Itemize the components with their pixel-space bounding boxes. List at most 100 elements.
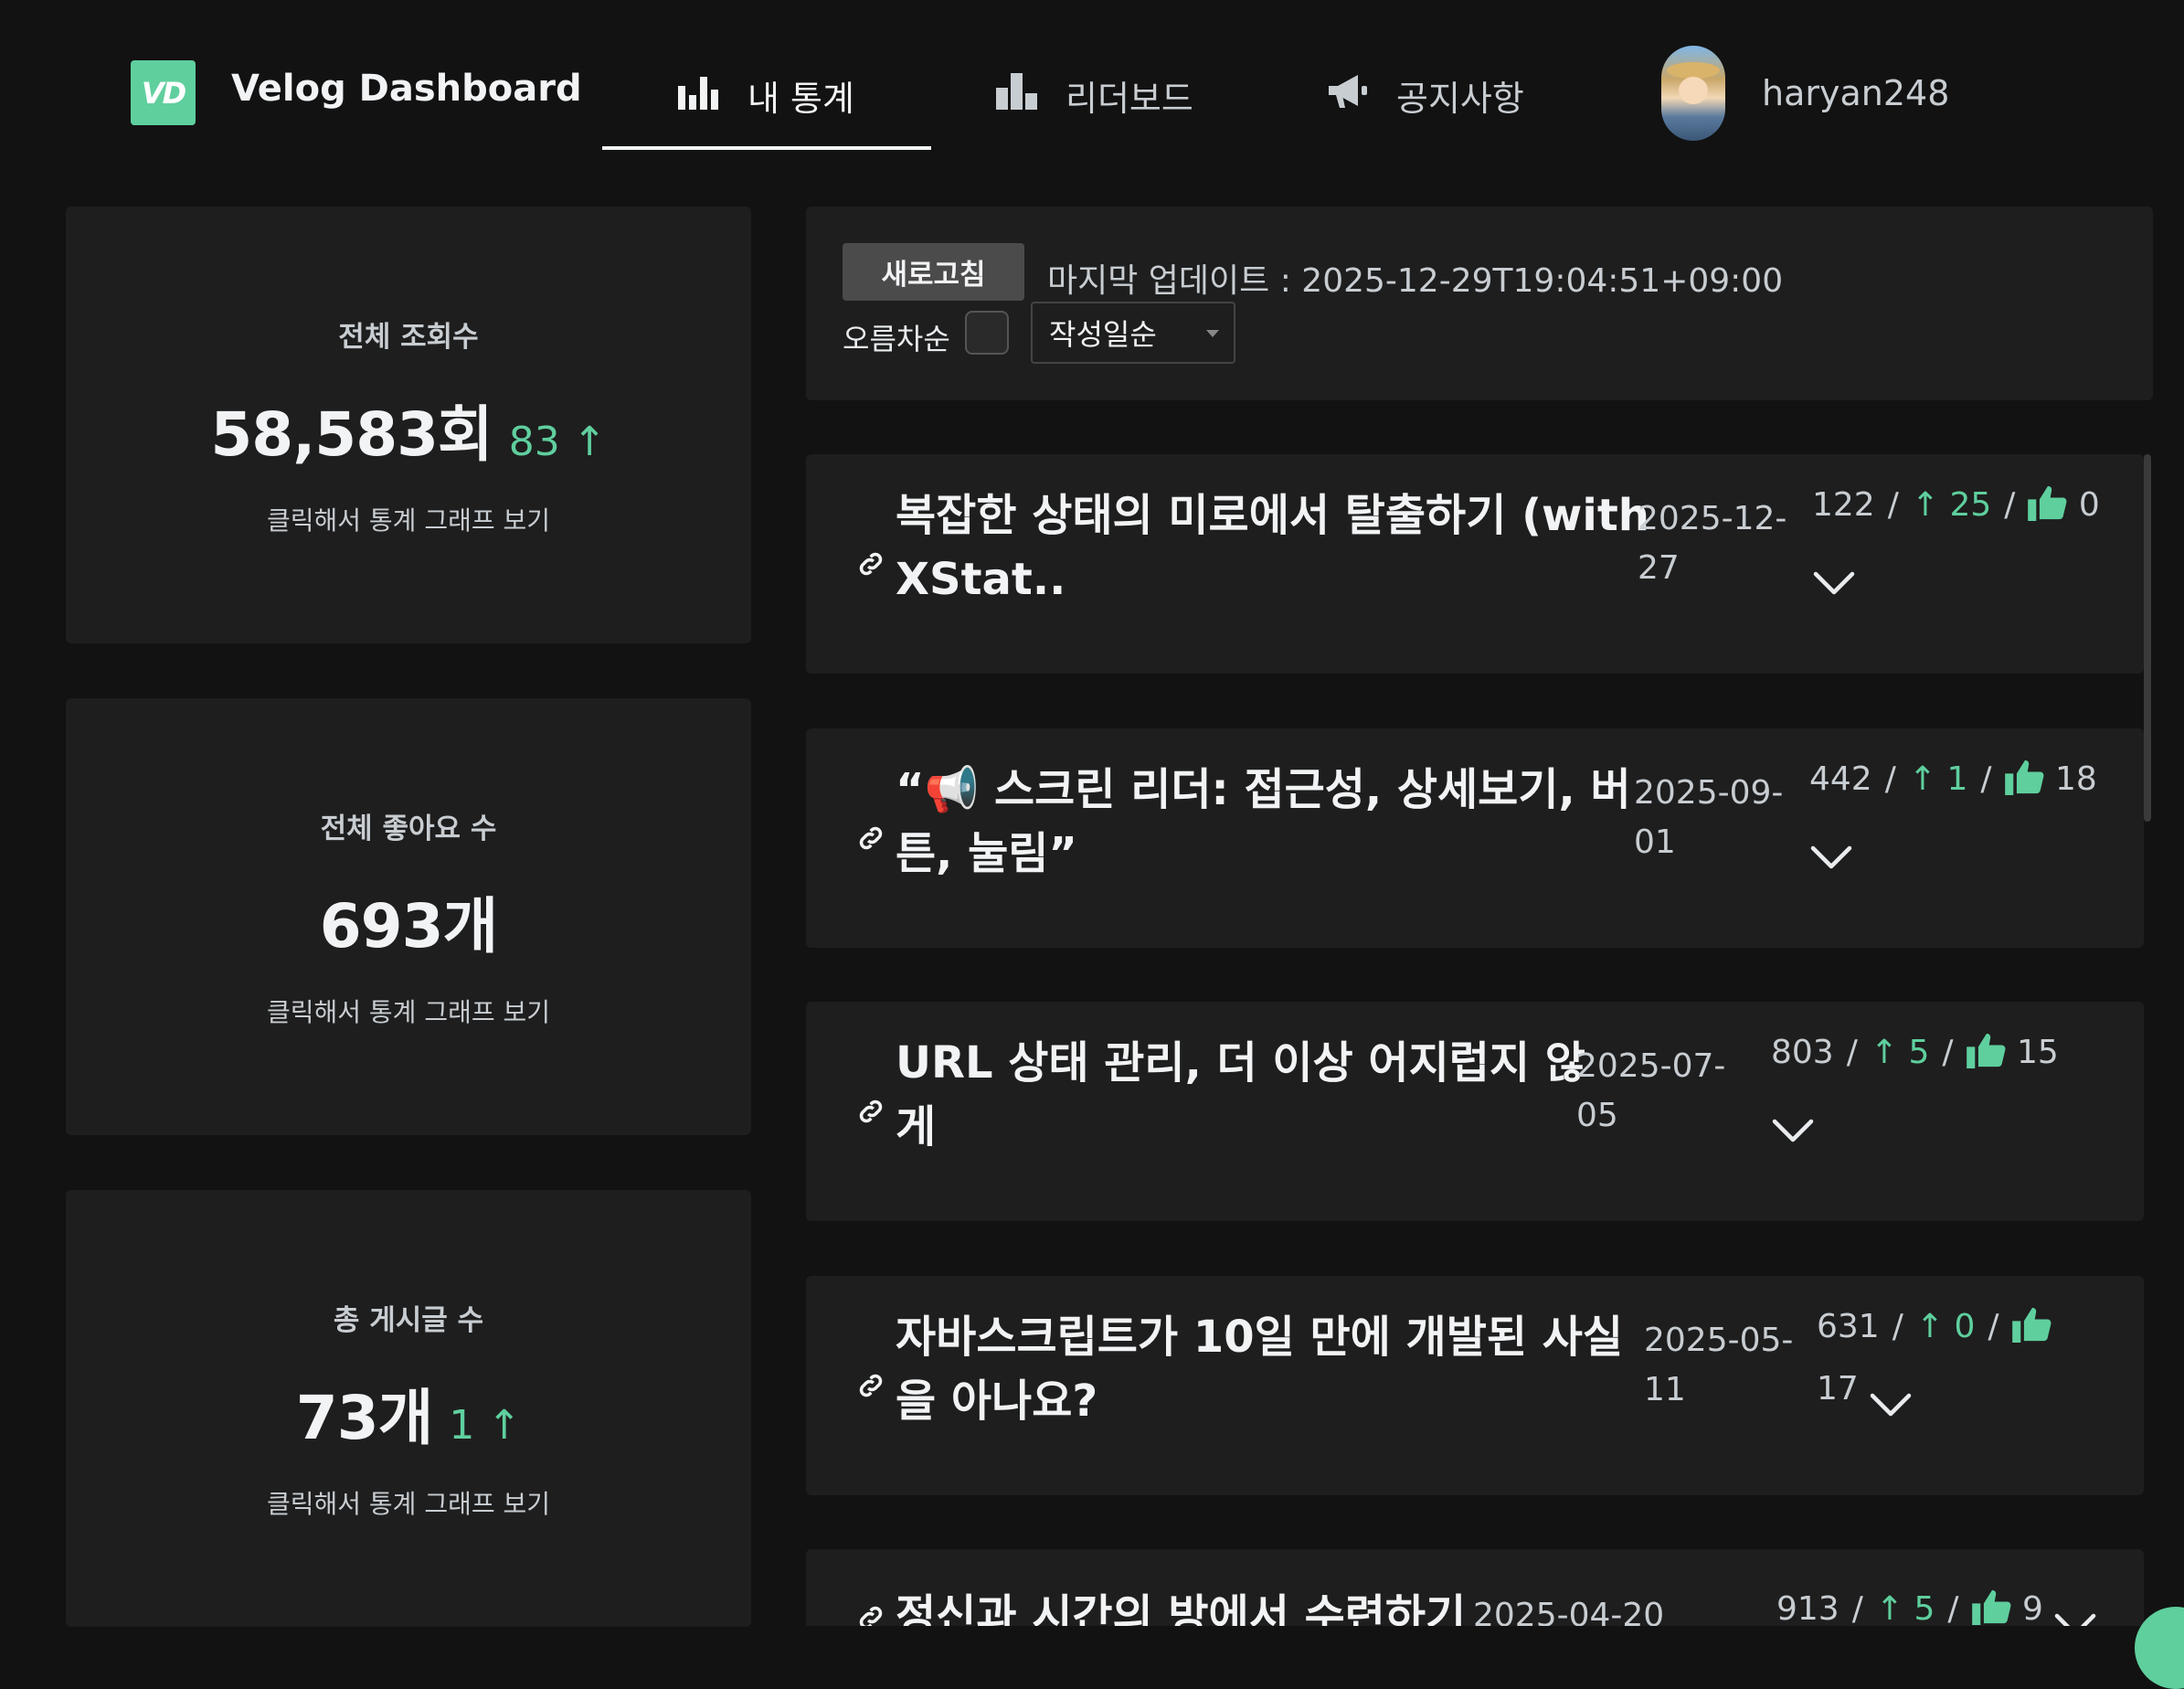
post-likes: 17 bbox=[1817, 1370, 1859, 1408]
post-list: 복잡한 상태의 미로에서 탈출하기 (with XStat.. 2025-12-… bbox=[806, 454, 2144, 1626]
post-views: 631 bbox=[1817, 1308, 1880, 1345]
thumbs-up-icon bbox=[2028, 480, 2068, 521]
post-title-line: 튼, 눌림” bbox=[896, 828, 1077, 879]
post-daily-delta: ↑ 1 bbox=[1908, 760, 1968, 798]
post-stats: 631/↑ 0/ 17 bbox=[1817, 1296, 2052, 1420]
total-views-hint: 클릭해서 통계 그래프 보기 bbox=[266, 505, 551, 536]
post-title-line: XStat.. bbox=[896, 554, 1066, 605]
megaphone-icon bbox=[1327, 73, 1369, 118]
post-date-line: 2025-07- bbox=[1576, 1047, 1726, 1085]
post-date-line: 2025-09- bbox=[1634, 774, 1784, 812]
post-card: 자바스크립트가 10일 만에 개발된 사실 을 아나요? 2025-05- 11… bbox=[806, 1276, 2144, 1495]
post-likes: 15 bbox=[2016, 1034, 2059, 1071]
total-views-card[interactable]: 전체 조회수 58,583회 83 ↑ 클릭해서 통계 그래프 보기 bbox=[66, 207, 751, 643]
user-avatar[interactable] bbox=[1661, 46, 1725, 141]
post-title-line: URL 상태 관리, 더 이상 어지럽지 않 bbox=[896, 1037, 1585, 1089]
chevron-down-icon[interactable] bbox=[1869, 1376, 1913, 1417]
total-posts-hint: 클릭해서 통계 그래프 보기 bbox=[266, 1488, 551, 1519]
post-list-scrollbar[interactable] bbox=[2144, 454, 2151, 822]
username[interactable]: haryan248 bbox=[1762, 73, 1949, 113]
bar-chart-icon bbox=[678, 73, 720, 118]
post-daily-delta: ↑ 5 bbox=[1870, 1034, 1930, 1071]
post-stats: 803/↑ 5/ 15 bbox=[1771, 1022, 2059, 1146]
link-icon[interactable] bbox=[855, 548, 886, 579]
total-posts-value: 73개 bbox=[295, 1382, 434, 1453]
controls-panel: 새로고침 마지막 업데이트 : 2025-12-29T19:04:51+09:0… bbox=[806, 207, 2153, 400]
chevron-down-icon[interactable] bbox=[1809, 829, 1853, 869]
link-icon[interactable] bbox=[855, 1096, 886, 1127]
total-posts-card[interactable]: 총 게시글 수 73개 1 ↑ 클릭해서 통계 그래프 보기 bbox=[66, 1190, 751, 1627]
post-date-line: 2025-05- bbox=[1644, 1322, 1794, 1359]
total-likes-card[interactable]: 전체 좋아요 수 693개 클릭해서 통계 그래프 보기 bbox=[66, 698, 751, 1135]
ascending-checkbox[interactable] bbox=[965, 311, 1009, 355]
total-views-title: 전체 조회수 bbox=[338, 320, 479, 354]
total-posts-title: 총 게시글 수 bbox=[333, 1303, 484, 1337]
total-views-delta: 83 ↑ bbox=[508, 418, 607, 465]
post-daily-delta: ↑ 0 bbox=[1915, 1308, 1976, 1345]
post-date-line: 2025-04-20 bbox=[1473, 1597, 1665, 1626]
post-date-line: 27 bbox=[1638, 549, 1680, 587]
post-date-line: 2025-12- bbox=[1638, 500, 1787, 537]
nav-leaderboard[interactable]: 리더보드 bbox=[996, 55, 1193, 135]
total-views-value: 58,583회 bbox=[210, 398, 493, 470]
link-icon[interactable] bbox=[855, 1602, 886, 1626]
top-navigation: VD Velog Dashboard 내 통계 리더보드 공지사항 haryan… bbox=[0, 0, 2184, 151]
post-card: URL 상태 관리, 더 이상 어지럽지 않 게 2025-07- 05 803… bbox=[806, 1002, 2144, 1221]
link-icon[interactable] bbox=[855, 1370, 886, 1401]
post-title[interactable]: “📢 스크린 리더: 접근성, 상세보기, 버 튼, 눌림” bbox=[896, 758, 1631, 886]
post-card: 복잡한 상태의 미로에서 탈출하기 (with XStat.. 2025-12-… bbox=[806, 454, 2144, 674]
nav-my-stats-label: 내 통계 bbox=[747, 78, 854, 119]
post-daily-delta: ↑ 5 bbox=[1875, 1590, 1935, 1626]
post-title-line: 을 아나요? bbox=[896, 1376, 1098, 1427]
post-daily-delta: ↑ 25 bbox=[1911, 486, 1992, 524]
post-date-line: 01 bbox=[1634, 823, 1676, 861]
post-date: 2025-04-20 bbox=[1473, 1591, 1664, 1626]
post-date-line: 11 bbox=[1644, 1371, 1686, 1408]
post-date-line: 05 bbox=[1576, 1097, 1618, 1134]
post-card: “📢 스크린 리더: 접근성, 상세보기, 버 튼, 눌림” 2025-09- … bbox=[806, 728, 2144, 948]
last-update-text: 마지막 업데이트 : 2025-12-29T19:04:51+09:00 bbox=[1047, 262, 1784, 300]
total-likes-value: 693개 bbox=[319, 890, 498, 961]
post-date: 2025-09- 01 bbox=[1634, 769, 1783, 867]
sort-select-value: 작성일순 bbox=[1049, 317, 1157, 352]
ascending-label: 오름차순 bbox=[843, 322, 950, 356]
nav-notices[interactable]: 공지사항 bbox=[1327, 55, 1524, 135]
thumbs-up-icon bbox=[1971, 1584, 2012, 1625]
total-posts-delta: 1 ↑ bbox=[449, 1401, 522, 1449]
refresh-button[interactable]: 새로고침 bbox=[843, 243, 1024, 301]
post-title-line: 게 bbox=[896, 1101, 937, 1153]
post-stats: 122/↑ 25/ 0 bbox=[1812, 474, 2100, 599]
post-title[interactable]: 복잡한 상태의 미로에서 탈출하기 (with XStat.. bbox=[896, 483, 1649, 611]
link-icon[interactable] bbox=[855, 823, 886, 854]
post-card: 정신과 시간의 방에서 수련하기 2025-04-20 913/↑ 5/ 9 bbox=[806, 1549, 2144, 1626]
post-title-line: “📢 스크린 리더: 접근성, 상세보기, 버 bbox=[896, 764, 1631, 815]
active-tab-underline bbox=[602, 146, 931, 150]
post-title-line: 자바스크립트가 10일 만에 개발된 사실 bbox=[896, 1312, 1624, 1363]
chevron-down-icon[interactable] bbox=[2053, 1597, 2097, 1626]
post-date: 2025-05- 11 bbox=[1644, 1316, 1793, 1415]
post-date: 2025-07- 05 bbox=[1576, 1042, 1725, 1141]
post-views: 913 bbox=[1776, 1590, 1839, 1626]
chevron-down-icon[interactable] bbox=[1771, 1102, 1815, 1142]
post-views: 803 bbox=[1771, 1034, 1834, 1071]
post-views: 122 bbox=[1812, 486, 1875, 524]
app-logo[interactable]: VD bbox=[131, 60, 196, 125]
chevron-down-icon[interactable] bbox=[1812, 555, 1856, 595]
nav-my-stats[interactable]: 내 통계 bbox=[678, 55, 854, 135]
post-likes: 0 bbox=[2078, 486, 2100, 524]
total-likes-title: 전체 좋아요 수 bbox=[320, 812, 497, 845]
brand-title[interactable]: Velog Dashboard bbox=[231, 68, 582, 110]
nav-notices-label: 공지사항 bbox=[1396, 78, 1524, 119]
post-title[interactable]: 자바스크립트가 10일 만에 개발된 사실 을 아나요? bbox=[896, 1305, 1623, 1433]
post-views: 442 bbox=[1809, 760, 1872, 798]
post-title[interactable]: URL 상태 관리, 더 이상 어지럽지 않 게 bbox=[896, 1031, 1585, 1159]
leaderboard-icon bbox=[996, 72, 1038, 118]
sort-select[interactable]: 작성일순 bbox=[1031, 302, 1235, 364]
total-likes-hint: 클릭해서 통계 그래프 보기 bbox=[266, 996, 551, 1027]
caret-down-icon bbox=[1206, 330, 1219, 337]
post-title-line: 정신과 시간의 방에서 수련하기 bbox=[896, 1590, 1467, 1626]
post-title-line: 복잡한 상태의 미로에서 탈출하기 (with bbox=[896, 490, 1649, 541]
post-likes: 18 bbox=[2054, 760, 2097, 798]
post-likes: 9 bbox=[2021, 1590, 2043, 1626]
post-title[interactable]: 정신과 시간의 방에서 수련하기 bbox=[896, 1584, 1466, 1626]
